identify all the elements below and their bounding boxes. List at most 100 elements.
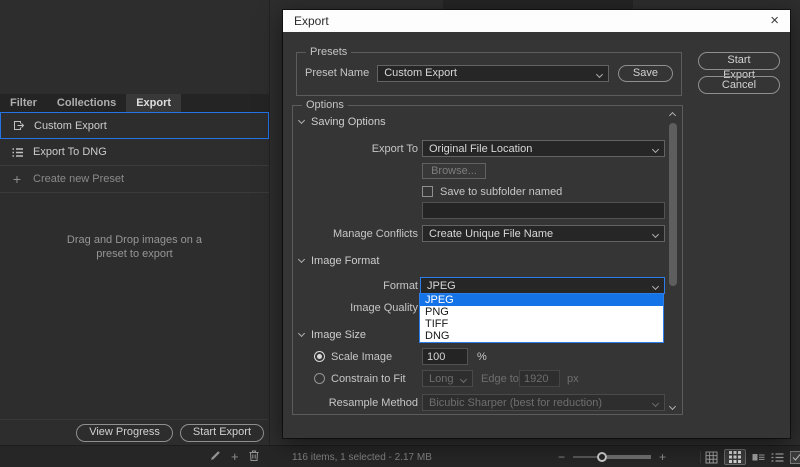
chevron-down-icon [460, 376, 467, 383]
scroll-down-icon[interactable] [669, 403, 676, 410]
preset-item-create-new[interactable]: + Create new Preset [0, 166, 269, 193]
px-label: px [567, 373, 579, 385]
subfolder-checkbox[interactable] [422, 186, 433, 197]
zoom-slider[interactable] [573, 452, 651, 462]
tab-filter[interactable]: Filter [0, 94, 47, 112]
constrain-to-fit-radio[interactable] [314, 373, 325, 384]
zoom-in-icon[interactable]: + [659, 451, 666, 463]
preset-list: Custom Export Export To DNG + Create new… [0, 112, 269, 193]
list-icon [10, 146, 24, 159]
tab-export[interactable]: Export [126, 94, 181, 112]
add-icon[interactable]: + [231, 452, 239, 462]
scroll-up-icon[interactable] [669, 112, 676, 119]
preset-name-select[interactable]: Custom Export [377, 65, 609, 82]
saving-options-title: Saving Options [311, 116, 386, 128]
grid-view-icon[interactable] [724, 449, 746, 465]
preset-item-label: Export To DNG [33, 146, 107, 158]
resample-method-select[interactable]: Bicubic Sharper (best for reduction) [422, 394, 665, 411]
export-to-select[interactable]: Original File Location [422, 140, 665, 157]
start-export-button[interactable]: Start Export [698, 52, 780, 70]
browse-button[interactable]: Browse... [422, 163, 486, 179]
grid-outline-view-icon[interactable] [705, 451, 718, 464]
percent-label: % [477, 351, 487, 363]
preset-item-label: Custom Export [34, 120, 107, 132]
edit-pencil-icon[interactable] [210, 450, 221, 464]
zoom-out-icon[interactable]: − [558, 451, 565, 463]
image-size-title: Image Size [311, 329, 366, 341]
edge-pixels-input[interactable] [519, 370, 560, 387]
scale-percent-input[interactable] [422, 348, 468, 365]
scale-image-radio[interactable] [314, 351, 325, 362]
list-view-icon[interactable] [771, 452, 784, 463]
close-icon[interactable]: × [770, 14, 779, 28]
image-format-title: Image Format [311, 255, 379, 267]
tab-collections[interactable]: Collections [47, 94, 126, 112]
options-legend: Options [302, 99, 348, 111]
scrollbar-thumb[interactable] [669, 123, 677, 286]
view-progress-button[interactable]: View Progress [76, 424, 173, 442]
left-tabbar: Filter Collections Export [0, 94, 269, 112]
drop-hint-line: Drag and Drop images on a [0, 233, 269, 247]
trash-icon[interactable] [249, 450, 259, 464]
export-to-value: Original File Location [429, 143, 532, 155]
format-label: Format [293, 280, 418, 292]
chevron-down-icon [596, 70, 603, 77]
chevron-down-icon [298, 117, 305, 124]
save-button[interactable]: Save [618, 65, 673, 82]
chevron-down-icon [652, 231, 659, 238]
dialog-title: Export [294, 14, 329, 28]
drop-hint: Drag and Drop images on a preset to expo… [0, 233, 269, 261]
scale-image-label: Scale Image [331, 351, 392, 363]
zoom-slider-fill [607, 455, 651, 459]
preset-name-label: Preset Name [305, 67, 369, 79]
select-all-checkbox-icon[interactable] [790, 451, 800, 464]
manage-conflicts-label: Manage Conflicts [293, 228, 418, 240]
image-format-header[interactable]: Image Format [299, 255, 379, 267]
left-panel-footer: View Progress Start Export [0, 419, 269, 445]
bottom-status-bar: + 116 items, 1 selected - 2.17 MB − + [0, 445, 800, 467]
preset-edit-toolbar: + [210, 446, 259, 467]
preset-item-label: Create new Preset [33, 173, 124, 185]
format-dropdown-list: JPEG PNG TIFF DNG [419, 293, 664, 343]
toolbar-divider [700, 451, 701, 463]
chevron-down-icon [298, 256, 305, 263]
edge-to-label: Edge to [481, 373, 519, 385]
constrain-dimension-select[interactable]: Long [422, 370, 473, 387]
resample-method-value: Bicubic Sharper (best for reduction) [429, 397, 602, 409]
export-icon [11, 119, 25, 132]
format-option-tiff[interactable]: TIFF [420, 318, 663, 330]
format-option-jpeg[interactable]: JPEG [420, 294, 663, 306]
chevron-down-icon [652, 400, 659, 407]
plus-icon: + [10, 174, 24, 184]
subfolder-name-input[interactable] [422, 202, 665, 219]
presets-group: Presets Preset Name Custom Export Save [296, 52, 682, 96]
thumbnail-detail-view-icon[interactable] [752, 452, 765, 463]
format-value: JPEG [427, 280, 456, 292]
drop-hint-line: preset to export [0, 247, 269, 261]
constrain-to-fit-label: Constrain to Fit [331, 373, 406, 385]
chevron-down-icon [652, 146, 659, 153]
manage-conflicts-select[interactable]: Create Unique File Name [422, 225, 665, 242]
panel-start-export-button[interactable]: Start Export [180, 424, 264, 442]
resample-method-label: Resample Method [293, 397, 418, 409]
image-size-header[interactable]: Image Size [299, 329, 366, 341]
preset-name-row: Preset Name Custom Export Save [305, 64, 673, 82]
cancel-button[interactable]: Cancel [698, 76, 780, 94]
preset-item-custom-export[interactable]: Custom Export [0, 112, 269, 139]
format-select[interactable]: JPEG [420, 277, 665, 294]
status-text: 116 items, 1 selected - 2.17 MB [292, 452, 432, 463]
preset-item-export-to-dng[interactable]: Export To DNG [0, 139, 269, 166]
background-toolbar-strip [443, 0, 633, 9]
zoom-slider-handle[interactable] [597, 452, 607, 462]
format-option-png[interactable]: PNG [420, 306, 663, 318]
left-panel: Filter Collections Export Custom Export [0, 0, 270, 445]
constrain-dimension-value: Long [429, 373, 453, 385]
export-dialog: Export × Start Export Cancel Presets Pre… [283, 10, 790, 438]
app-root: Filter Collections Export Custom Export [0, 0, 800, 467]
chevron-down-icon [298, 330, 305, 337]
manage-conflicts-value: Create Unique File Name [429, 228, 553, 240]
options-scrollbar[interactable] [667, 109, 679, 413]
saving-options-header[interactable]: Saving Options [299, 116, 386, 128]
format-option-dng[interactable]: DNG [420, 330, 663, 342]
thumbnail-zoom-control: − + [558, 446, 666, 467]
